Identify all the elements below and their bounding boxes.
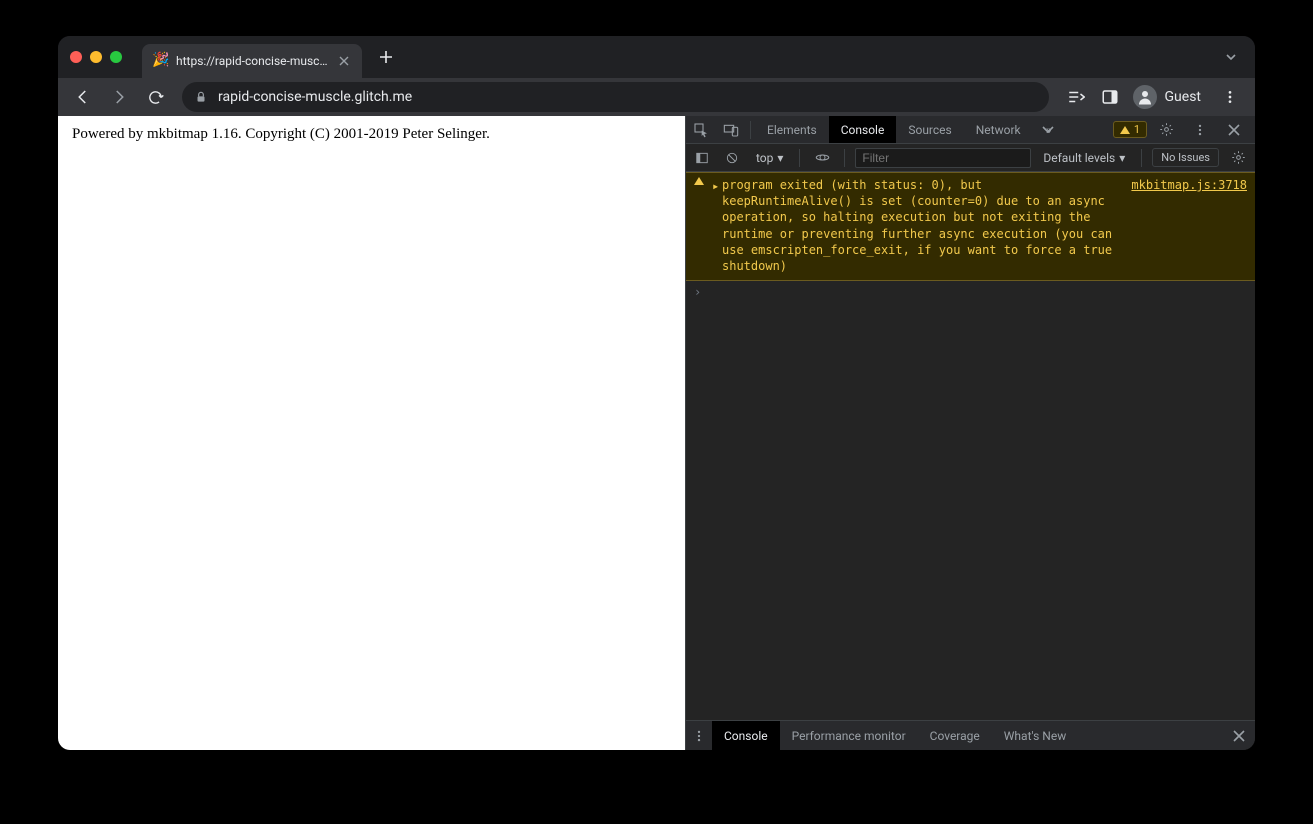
warning-triangle-icon — [1120, 126, 1130, 134]
prompt-caret-icon: › — [694, 285, 706, 299]
tab-network[interactable]: Network — [964, 116, 1033, 143]
caret-down-icon: ▾ — [1119, 151, 1125, 165]
inspect-element-button[interactable] — [686, 116, 716, 143]
console-prompt[interactable]: › — [686, 281, 1255, 303]
close-window-button[interactable] — [70, 51, 82, 63]
tab-close-button[interactable] — [336, 53, 352, 69]
tab-sources[interactable]: Sources — [896, 116, 963, 143]
back-button[interactable] — [68, 82, 98, 112]
device-toolbar-button[interactable] — [716, 116, 746, 143]
url-text: rapid-concise-muscle.glitch.me — [218, 89, 1037, 105]
console-toolbar: top ▾ Default levels ▾ No Issues — [686, 144, 1255, 172]
clear-console-button[interactable] — [720, 144, 744, 171]
warning-icon — [694, 177, 704, 185]
avatar-icon — [1133, 85, 1157, 109]
window-controls — [70, 51, 122, 63]
log-levels-selector[interactable]: Default levels ▾ — [1037, 151, 1131, 165]
log-source-link[interactable]: mkbitmap.js:3718 — [1117, 177, 1247, 274]
drawer-menu-button[interactable] — [686, 721, 712, 750]
tab-strip: 🎉 https://rapid-concise-muscle.g — [58, 36, 1255, 78]
drawer-tab-performance-monitor[interactable]: Performance monitor — [780, 721, 918, 750]
log-levels-label: Default levels — [1043, 151, 1115, 165]
issues-button[interactable]: No Issues — [1152, 148, 1219, 167]
reload-button[interactable] — [140, 82, 170, 112]
drawer-close-button[interactable] — [1223, 730, 1255, 742]
browser-tab[interactable]: 🎉 https://rapid-concise-muscle.g — [142, 44, 362, 78]
context-label: top — [756, 151, 773, 165]
tab-elements[interactable]: Elements — [755, 116, 829, 143]
toolbar: rapid-concise-muscle.glitch.me Guest — [58, 78, 1255, 116]
expand-message-toggle[interactable]: ▸ — [712, 177, 722, 274]
tab-console[interactable]: Console — [829, 116, 897, 143]
warnings-badge[interactable]: 1 — [1113, 121, 1147, 138]
profile-button[interactable]: Guest — [1129, 81, 1211, 113]
caret-down-icon: ▾ — [777, 151, 783, 165]
more-tabs-button[interactable]: » — [1033, 123, 1061, 137]
minimize-window-button[interactable] — [90, 51, 102, 63]
address-bar[interactable]: rapid-concise-muscle.glitch.me — [182, 82, 1049, 112]
side-panel-button[interactable] — [1095, 82, 1125, 112]
fullscreen-window-button[interactable] — [110, 51, 122, 63]
devtools-close-button[interactable] — [1219, 124, 1249, 136]
browser-window: 🎉 https://rapid-concise-muscle.g rap — [58, 36, 1255, 750]
console-settings-button[interactable] — [1225, 144, 1251, 171]
page-text: Powered by mkbitmap 1.16. Copyright (C) … — [72, 126, 490, 142]
new-tab-button[interactable] — [372, 43, 400, 71]
profile-label: Guest — [1165, 89, 1201, 105]
tab-favicon-icon: 🎉 — [152, 53, 168, 69]
page-content-area: Powered by mkbitmap 1.16. Copyright (C) … — [58, 116, 685, 750]
devtools-settings-button[interactable] — [1151, 122, 1181, 137]
log-message-text: program exited (with status: 0), but kee… — [722, 177, 1117, 274]
drawer-tab-coverage[interactable]: Coverage — [918, 721, 992, 750]
lock-icon — [194, 90, 208, 104]
live-expression-button[interactable] — [810, 144, 834, 171]
browser-menu-button[interactable] — [1215, 82, 1245, 112]
media-control-button[interactable] — [1061, 82, 1091, 112]
console-output: ▸ program exited (with status: 0), but k… — [686, 172, 1255, 720]
devtools-tabbar: Elements Console Sources Network » 1 — [686, 116, 1255, 144]
context-selector[interactable]: top ▾ — [750, 151, 789, 165]
tabs-dropdown-button[interactable] — [1219, 45, 1243, 69]
filter-input[interactable] — [855, 148, 1031, 168]
devtools-panel: Elements Console Sources Network » 1 — [685, 116, 1255, 750]
drawer-tab-console[interactable]: Console — [712, 721, 780, 750]
tab-title: https://rapid-concise-muscle.g — [176, 54, 328, 68]
warnings-count: 1 — [1134, 123, 1140, 136]
drawer-tab-whats-new[interactable]: What's New — [992, 721, 1078, 750]
devtools-drawer: Console Performance monitor Coverage Wha… — [686, 720, 1255, 750]
console-message-warning[interactable]: ▸ program exited (with status: 0), but k… — [686, 172, 1255, 281]
console-sidebar-toggle[interactable] — [690, 144, 714, 171]
forward-button[interactable] — [104, 82, 134, 112]
devtools-menu-button[interactable] — [1185, 123, 1215, 137]
